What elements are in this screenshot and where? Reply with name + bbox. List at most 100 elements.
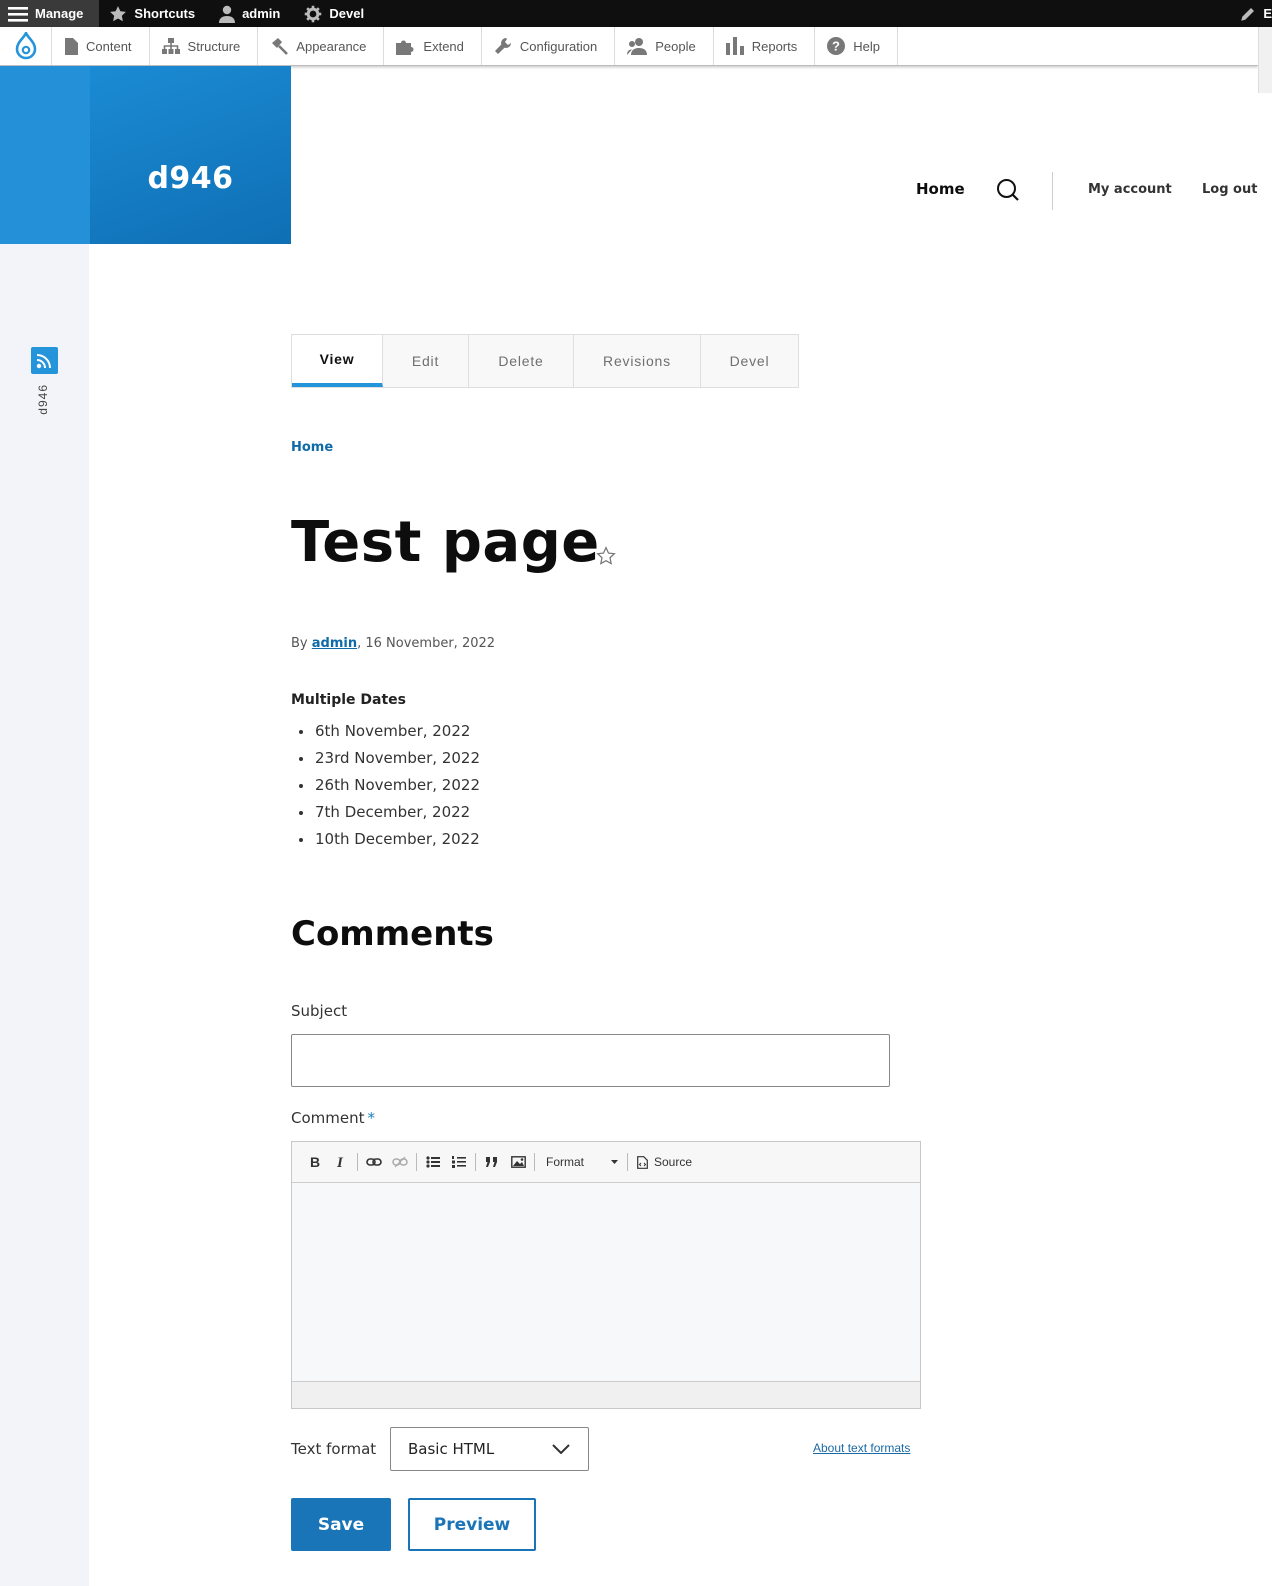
- byline-prefix: By: [291, 636, 308, 651]
- tab-devel[interactable]: Devel: [701, 335, 798, 387]
- date-item: 26th November, 2022: [291, 774, 480, 801]
- field-label: Multiple Dates: [291, 692, 406, 708]
- chevron-down-icon: [552, 1444, 570, 1454]
- editor-status-bar: [292, 1381, 920, 1408]
- drupal-home-link[interactable]: [0, 27, 52, 65]
- star-outline-icon: [596, 546, 616, 565]
- social-sidebar: [0, 244, 89, 1586]
- tray-item-label: Structure: [187, 38, 241, 54]
- comment-label: Comment *: [291, 1109, 375, 1127]
- text-format-label: Text format: [291, 1440, 377, 1458]
- format-dropdown[interactable]: Format: [538, 1150, 624, 1174]
- svg-text:B: B: [310, 1155, 320, 1169]
- blockquote-button[interactable]: [479, 1150, 505, 1174]
- unlink-icon: [392, 1156, 408, 1168]
- tray-item-reports[interactable]: Reports: [714, 27, 816, 65]
- tray-item-help[interactable]: ? Help: [815, 27, 898, 65]
- main-navigation: Home My account Log out: [0, 172, 1272, 210]
- source-label: Source: [654, 1155, 693, 1169]
- pencil-icon: [1241, 7, 1255, 21]
- toolbar-separator: [357, 1153, 358, 1171]
- tray-item-appearance[interactable]: Appearance: [258, 27, 385, 65]
- svg-text:I: I: [336, 1155, 344, 1169]
- toolbar-separator: [627, 1153, 628, 1171]
- tab-view[interactable]: View: [292, 335, 383, 387]
- author-link[interactable]: admin: [312, 636, 357, 651]
- bulleted-list-button[interactable]: [420, 1150, 446, 1174]
- file-icon: [65, 37, 78, 55]
- search-button[interactable]: [996, 178, 1020, 202]
- subject-label: Subject: [291, 1002, 348, 1020]
- date-item: 10th December, 2022: [291, 828, 480, 855]
- help-icon: ?: [827, 37, 846, 55]
- devel-button[interactable]: Devel: [294, 0, 378, 27]
- toolbar-separator: [534, 1153, 535, 1171]
- source-icon: [637, 1155, 648, 1169]
- about-text-formats-link[interactable]: About text formats: [813, 1441, 910, 1455]
- search-icon: [997, 179, 1019, 201]
- date-item: 23rd November, 2022: [291, 747, 480, 774]
- link-button[interactable]: [361, 1150, 387, 1174]
- editor-content-area[interactable]: [292, 1183, 920, 1381]
- edit-toggle[interactable]: E: [1233, 0, 1272, 27]
- tab-delete[interactable]: Delete: [469, 335, 574, 387]
- paintbrush-icon: [272, 38, 289, 55]
- svg-text:?: ?: [832, 39, 840, 54]
- subject-input[interactable]: [291, 1034, 890, 1087]
- numbered-list-button[interactable]: [446, 1150, 472, 1174]
- tray-item-label: Content: [86, 38, 132, 54]
- star-icon: [110, 5, 127, 21]
- required-marker: *: [367, 1109, 376, 1127]
- breadcrumb-home-link[interactable]: Home: [291, 440, 333, 455]
- tray-item-structure[interactable]: Structure: [150, 27, 259, 65]
- italic-button[interactable]: I: [328, 1150, 354, 1174]
- site-branding[interactable]: d946: [90, 66, 291, 244]
- rss-feed-link[interactable]: [31, 347, 58, 374]
- source-button[interactable]: Source: [631, 1155, 692, 1169]
- edit-label: E: [1263, 6, 1272, 21]
- devel-label: Devel: [329, 6, 365, 21]
- preview-button[interactable]: Preview: [408, 1498, 536, 1551]
- bar-chart-icon: [725, 37, 744, 55]
- date-item: 6th November, 2022: [291, 720, 480, 747]
- shortcuts-label: Shortcuts: [134, 6, 196, 21]
- shortcuts-button[interactable]: Shortcuts: [99, 0, 209, 27]
- page-title: Test page: [291, 510, 600, 575]
- numbered-list-icon: [452, 1156, 466, 1168]
- tray-item-extend[interactable]: Extend: [384, 27, 482, 65]
- rss-icon: [36, 354, 51, 369]
- manage-button[interactable]: Manage: [0, 0, 100, 27]
- drupal-logo-icon: [15, 32, 36, 60]
- user-button[interactable]: admin: [209, 0, 294, 27]
- tray-item-label: Help: [853, 38, 880, 54]
- tray-item-label: Extend: [423, 38, 464, 54]
- logout-link[interactable]: Log out: [1202, 182, 1257, 197]
- image-button[interactable]: [505, 1150, 531, 1174]
- wrench-icon: [494, 38, 511, 54]
- italic-icon: I: [336, 1155, 344, 1169]
- unlink-button[interactable]: [387, 1150, 413, 1174]
- tab-edit[interactable]: Edit: [383, 335, 469, 387]
- tray-scrollbar[interactable]: [1258, 27, 1272, 93]
- comments-heading: Comments: [291, 914, 494, 954]
- tray-item-content[interactable]: Content: [52, 27, 150, 65]
- my-account-link[interactable]: My account: [1088, 182, 1172, 197]
- sidebar-site-label: d946: [36, 384, 50, 415]
- tab-revisions[interactable]: Revisions: [574, 335, 701, 387]
- image-icon: [510, 1156, 526, 1168]
- text-format-select[interactable]: Basic HTML: [390, 1427, 589, 1471]
- format-dropdown-label: Format: [546, 1155, 585, 1169]
- caret-down-icon: [611, 1160, 618, 1164]
- toolbar-separator: [416, 1153, 417, 1171]
- tray-item-configuration[interactable]: Configuration: [482, 27, 616, 65]
- tray-item-label: Appearance: [296, 38, 367, 54]
- tray-item-people[interactable]: People: [615, 27, 714, 65]
- tray-item-label: Configuration: [519, 38, 598, 54]
- bookmark-star-button[interactable]: [596, 546, 616, 570]
- people-icon: [627, 38, 648, 55]
- bold-button[interactable]: B: [302, 1150, 328, 1174]
- save-button[interactable]: Save: [291, 1498, 391, 1551]
- nav-home-link[interactable]: Home: [916, 180, 965, 198]
- user-icon: [219, 5, 236, 23]
- comment-label-text: Comment: [291, 1109, 365, 1127]
